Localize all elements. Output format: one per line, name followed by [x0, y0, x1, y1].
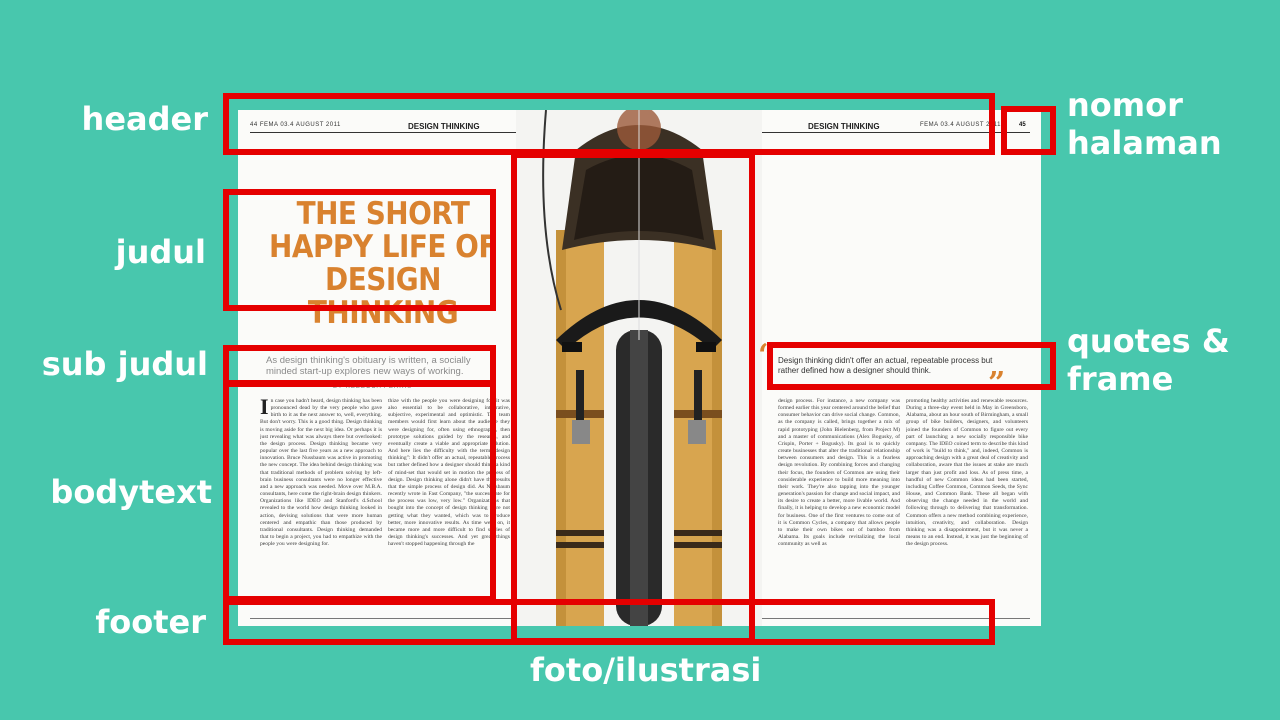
header-frame — [223, 93, 995, 155]
title-frame — [223, 189, 496, 311]
page-number-frame — [1001, 106, 1056, 155]
quote-frame — [767, 342, 1056, 390]
photo-frame — [511, 152, 755, 644]
label-sub-judul: sub judul — [41, 345, 208, 383]
bodytext-frame — [223, 380, 496, 602]
footer-frame — [223, 599, 995, 645]
body-column-3: design process. For instance, a new comp… — [778, 398, 900, 548]
label-quotes-frame: quotes & frame — [1067, 322, 1230, 399]
label-footer: footer — [95, 603, 206, 641]
label-header: header — [81, 100, 208, 138]
label-nomor-halaman: nomor halaman — [1067, 86, 1222, 163]
label-judul: judul — [115, 233, 206, 271]
label-foto-ilustrasi: foto/ilustrasi — [530, 651, 762, 689]
body-column-4: promoting healthy activities and renewab… — [906, 398, 1028, 548]
label-bodytext: bodytext — [50, 473, 212, 511]
